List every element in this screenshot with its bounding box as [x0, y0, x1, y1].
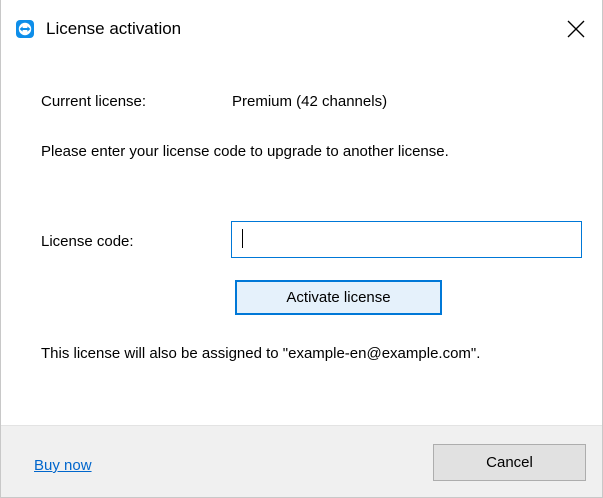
current-license-label: Current license: [41, 93, 147, 110]
text-caret [242, 229, 243, 248]
dialog-footer: Buy now Cancel [1, 425, 602, 497]
instruction-text: Please enter your license code to upgrad… [41, 143, 449, 160]
assignment-notice: This license will also be assigned to "e… [41, 345, 481, 362]
buy-now-link[interactable]: Buy now [34, 456, 92, 476]
license-code-label: License code: [41, 233, 134, 250]
license-code-input[interactable] [231, 221, 582, 258]
title-bar: License activation [1, 0, 602, 56]
teamviewer-icon [16, 20, 34, 38]
license-activation-dialog: License activation Current license: Prem… [0, 0, 603, 498]
activate-license-button[interactable]: Activate license [235, 280, 442, 315]
window-title: License activation [46, 19, 182, 38]
current-license-value: Premium (42 channels) [232, 93, 388, 110]
cancel-button[interactable]: Cancel [433, 444, 586, 481]
close-button[interactable] [564, 17, 588, 41]
close-icon [567, 20, 585, 38]
